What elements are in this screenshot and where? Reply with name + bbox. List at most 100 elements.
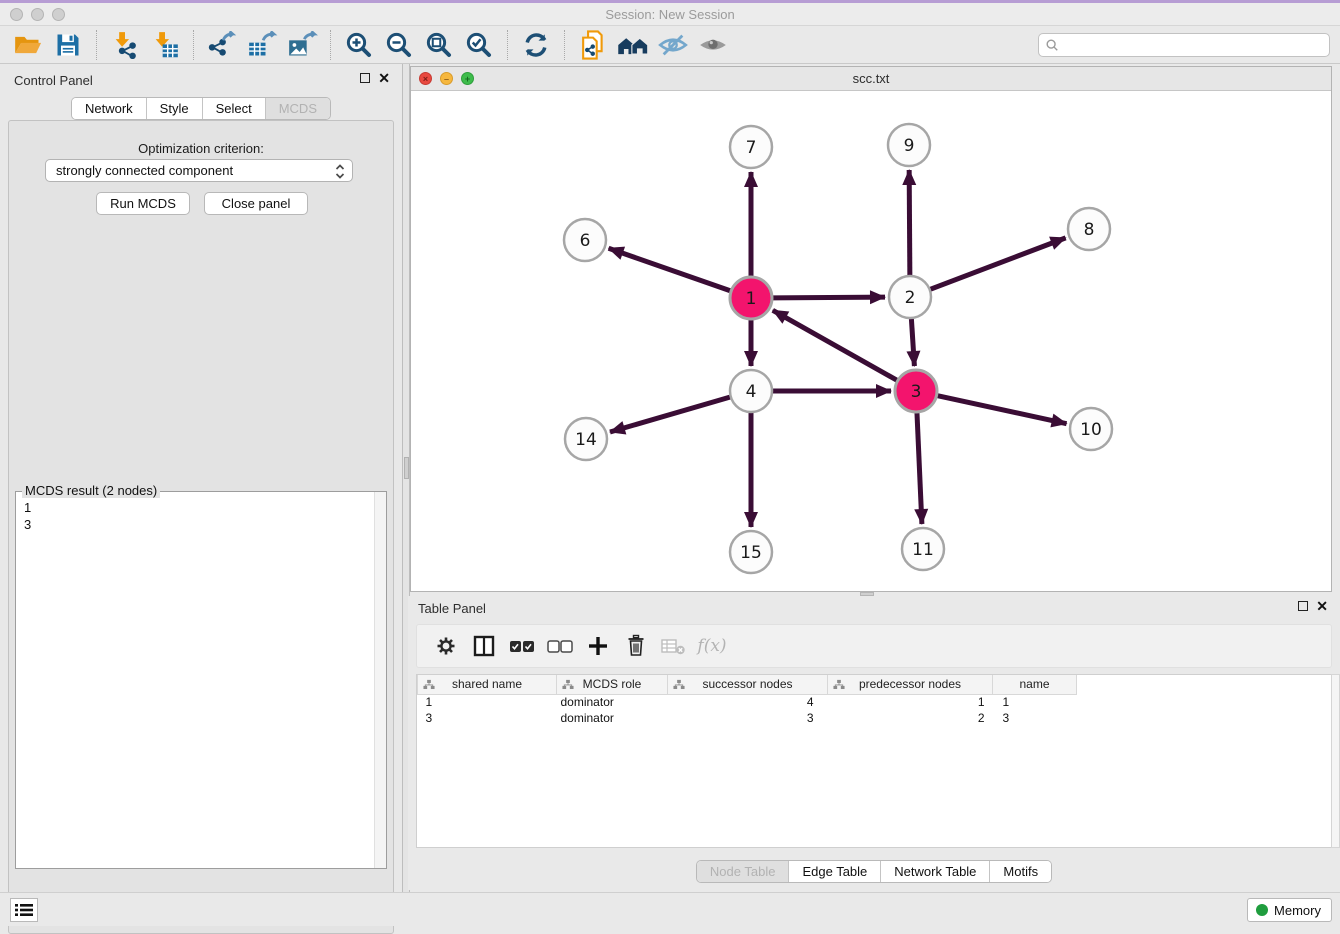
desktop-accent-strip	[0, 0, 1340, 3]
table-settings-gear-icon[interactable]	[431, 631, 461, 661]
tab-network-table[interactable]: Network Table	[881, 861, 990, 882]
table-row[interactable]: 3 dominator 3 2 3	[418, 710, 1332, 726]
clone-network-icon[interactable]	[576, 28, 610, 62]
table-panel: Table Panel ✕ f(x)	[408, 596, 1340, 890]
tab-select[interactable]: Select	[203, 98, 266, 119]
graph-node-label: 15	[740, 543, 762, 563]
result-line: 1	[24, 499, 31, 516]
cell-mcds-role[interactable]: dominator	[557, 694, 668, 710]
import-network-icon[interactable]	[108, 28, 142, 62]
zoom-in-icon[interactable]	[342, 28, 376, 62]
toolbar-separator	[507, 30, 508, 60]
cell-successor-nodes[interactable]: 4	[668, 694, 828, 710]
cell-name[interactable]: 1	[993, 694, 1077, 710]
toolbar-separator	[564, 30, 565, 60]
add-column-icon[interactable]	[583, 631, 613, 661]
tab-node-table[interactable]: Node Table	[697, 861, 790, 882]
dropdown-chevrons-icon	[334, 163, 346, 183]
column-header-shared-name[interactable]: shared name	[418, 675, 557, 694]
list-icon	[15, 903, 33, 917]
graph-node-label: 1	[746, 289, 757, 309]
edge-2-3[interactable]	[911, 319, 914, 366]
edge-4-14[interactable]	[610, 397, 730, 432]
zoom-fit-icon[interactable]	[422, 28, 456, 62]
criterion-dropdown[interactable]: strongly connected component	[45, 159, 353, 182]
edge-1-2[interactable]	[773, 297, 885, 298]
mcds-result-box[interactable]: MCDS result (2 nodes) 1 3	[15, 491, 387, 869]
open-file-icon[interactable]	[11, 28, 45, 62]
delete-column-trash-icon[interactable]	[621, 631, 651, 661]
table-panel-title: Table Panel	[418, 601, 486, 616]
column-header-successor-nodes[interactable]: successor nodes	[668, 675, 828, 694]
apply-function-icon[interactable]: f(x)	[697, 631, 727, 661]
graph-node-label: 8	[1084, 220, 1095, 240]
export-network-icon[interactable]	[205, 28, 239, 62]
control-panel-close-icon[interactable]: ✕	[378, 73, 390, 83]
task-history-button[interactable]	[10, 898, 38, 922]
delete-table-icon[interactable]	[659, 631, 689, 661]
search-field[interactable]	[1038, 33, 1330, 57]
splitter-handle[interactable]	[404, 457, 409, 479]
cell-shared-name[interactable]: 1	[418, 694, 557, 710]
zoom-selected-icon[interactable]	[462, 28, 496, 62]
column-type-icon	[673, 679, 685, 693]
memory-label: Memory	[1274, 903, 1321, 918]
criterion-value: strongly connected component	[56, 163, 233, 178]
window-title: Session: New Session	[0, 7, 1340, 22]
tab-edge-table[interactable]: Edge Table	[789, 861, 881, 882]
refresh-layout-icon[interactable]	[519, 28, 553, 62]
import-table-icon[interactable]	[148, 28, 182, 62]
column-header-name[interactable]: name	[993, 675, 1077, 694]
graph-node-label: 14	[575, 430, 597, 450]
select-all-rows-icon[interactable]	[507, 631, 537, 661]
table-row[interactable]: 1 dominator 4 1 1	[418, 694, 1332, 710]
edge-3-11[interactable]	[917, 413, 922, 524]
memory-button[interactable]: Memory	[1247, 898, 1332, 922]
deselect-all-rows-icon[interactable]	[545, 631, 575, 661]
tab-motifs[interactable]: Motifs	[990, 861, 1051, 882]
hide-selected-eye-icon[interactable]	[656, 28, 690, 62]
export-table-icon[interactable]	[245, 28, 279, 62]
zoom-out-icon[interactable]	[382, 28, 416, 62]
export-image-icon[interactable]	[285, 28, 319, 62]
column-header-mcds-role[interactable]: MCDS role	[557, 675, 668, 694]
edge-2-9[interactable]	[909, 170, 910, 275]
tab-mcds[interactable]: MCDS	[266, 98, 330, 119]
table-scrollbar[interactable]	[1331, 674, 1340, 848]
search-icon	[1045, 38, 1059, 52]
cell-shared-name[interactable]: 3	[418, 710, 557, 726]
edge-3-1[interactable]	[773, 310, 897, 380]
column-visibility-icon[interactable]	[469, 631, 499, 661]
control-panel-title: Control Panel	[14, 73, 93, 88]
table-panel-float-icon[interactable]	[1298, 601, 1308, 611]
node-table: shared name MCDS role successor nodes pr…	[416, 674, 1332, 848]
graph-node-label: 3	[911, 382, 922, 402]
save-session-icon[interactable]	[51, 28, 85, 62]
edge-2-8[interactable]	[931, 238, 1066, 289]
cell-name[interactable]: 3	[993, 710, 1077, 726]
window-titlebar: Session: New Session	[0, 3, 1340, 26]
run-mcds-button[interactable]: Run MCDS	[96, 192, 190, 215]
cell-successor-nodes[interactable]: 3	[668, 710, 828, 726]
column-header-predecessor-nodes[interactable]: predecessor nodes	[828, 675, 993, 694]
edge-1-6[interactable]	[609, 248, 731, 290]
close-panel-button[interactable]: Close panel	[204, 192, 308, 215]
network-window-titlebar[interactable]: × – + scc.txt	[411, 67, 1331, 91]
graph-node-label: 10	[1080, 420, 1102, 440]
graph-node-label: 9	[904, 136, 915, 156]
show-all-eye-icon[interactable]	[696, 28, 730, 62]
graph-node-label: 11	[912, 540, 934, 560]
cell-predecessor-nodes[interactable]: 2	[828, 710, 993, 726]
result-scrollbar[interactable]	[374, 492, 386, 868]
tab-network[interactable]: Network	[72, 98, 147, 119]
tab-style[interactable]: Style	[147, 98, 203, 119]
edge-3-10[interactable]	[937, 396, 1066, 424]
cell-predecessor-nodes[interactable]: 1	[828, 694, 993, 710]
table-panel-close-icon[interactable]: ✕	[1316, 601, 1328, 611]
control-panel-float-icon[interactable]	[360, 73, 370, 83]
cell-mcds-role[interactable]: dominator	[557, 710, 668, 726]
network-canvas[interactable]: 1234678910111415	[411, 91, 1331, 591]
mcds-result-title: MCDS result (2 nodes)	[22, 483, 160, 498]
search-input[interactable]	[1063, 38, 1329, 52]
home-neighbors-icon[interactable]	[616, 28, 650, 62]
